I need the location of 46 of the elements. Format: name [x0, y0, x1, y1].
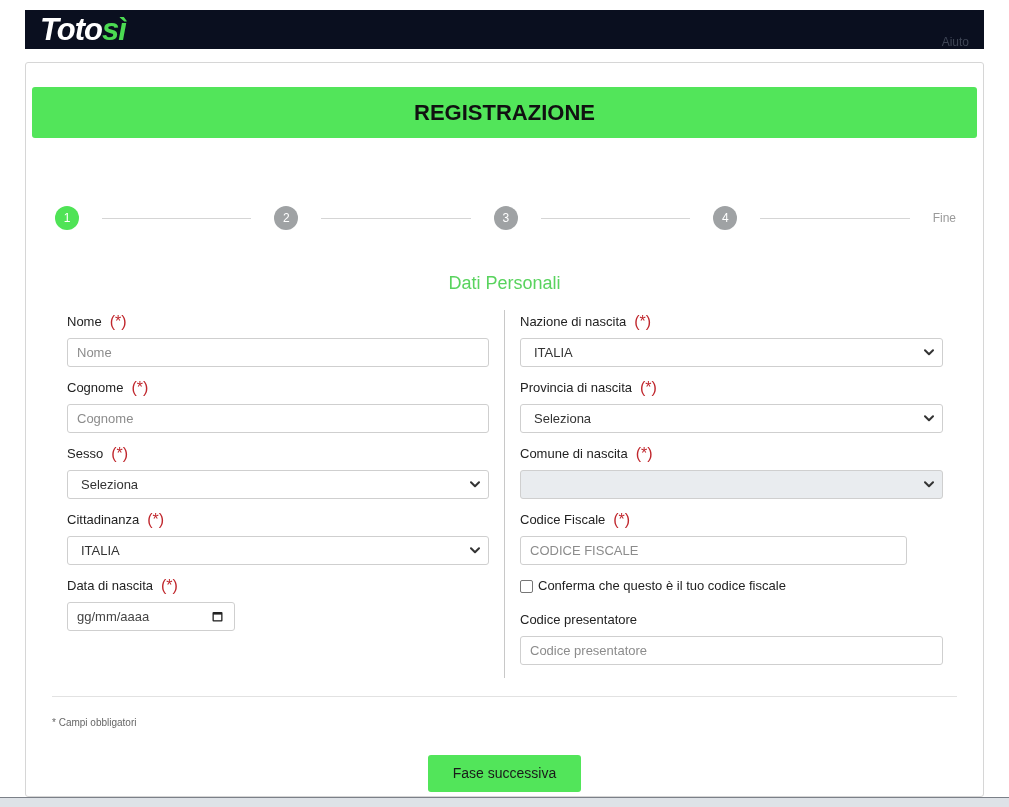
step-indicator: 3 [493, 206, 518, 230]
required-mark: (*) [613, 510, 631, 530]
next-step-button[interactable]: Fase successiva [428, 755, 581, 792]
select-field[interactable]: Seleziona [67, 470, 489, 499]
chevron-down-icon [924, 415, 934, 422]
checkbox[interactable] [520, 579, 533, 593]
date-field[interactable]: gg/mm/aaaa [67, 602, 235, 631]
chevron-down-icon [924, 481, 934, 488]
required-mark: (*) [640, 378, 657, 398]
step-label: Fine [932, 210, 957, 227]
required-mark: (*) [109, 312, 127, 332]
step-indicator: 2 [274, 206, 299, 230]
required-mark: (*) [147, 510, 165, 530]
select-field[interactable]: Seleziona [520, 404, 943, 433]
required-mark: (*) [634, 312, 652, 332]
field-label: Sesso [67, 445, 104, 464]
required-mark: (*) [131, 378, 149, 398]
select-field[interactable]: ITALIA [520, 338, 943, 367]
input-field[interactable]: CODICE FISCALE [520, 536, 907, 565]
field-label: Codice presentatore [520, 611, 638, 630]
chevron-down-icon [924, 349, 934, 356]
section-title: Dati Personali [448, 272, 561, 295]
checkbox-label: Conferma che questo è il tuo codice fiscale [538, 577, 786, 596]
step-indicator: 4 [713, 206, 738, 230]
field-label: Comune di nascita [520, 445, 628, 464]
field-label: Nazione di nascita [520, 313, 627, 332]
field-label: Nome [67, 313, 102, 332]
field-label: Data di nascita [67, 577, 153, 596]
field-label: Cittadinanza [67, 511, 140, 530]
field-label: Cognome [67, 379, 124, 398]
select-field[interactable]: ITALIA [67, 536, 489, 565]
brand-logo[interactable]: Totosì [40, 14, 126, 45]
input-field[interactable]: Codice presentatore [520, 636, 943, 665]
step-indicator: 1 [55, 206, 79, 230]
input-field[interactable]: Cognome [67, 404, 489, 433]
input-field[interactable]: Nome [67, 338, 489, 367]
required-mark: (*) [161, 576, 178, 596]
chevron-down-icon [470, 481, 480, 488]
required-fields-note: * Campi obbligatori [52, 716, 137, 730]
required-mark: (*) [111, 444, 129, 464]
field-label: Codice Fiscale [520, 511, 606, 530]
page-title: REGISTRAZIONE [414, 99, 595, 127]
chevron-down-icon [470, 547, 480, 554]
required-mark: (*) [635, 444, 653, 464]
calendar-icon [212, 611, 223, 622]
field-label: Provincia di nascita [520, 379, 632, 398]
